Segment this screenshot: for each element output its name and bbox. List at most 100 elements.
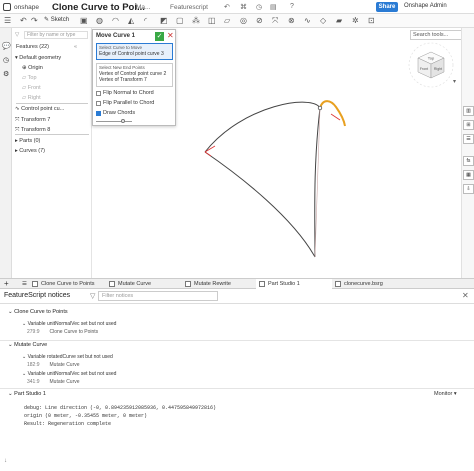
tab-bar: + ☰ Clone Curve to Points Mutate Curve M…	[0, 278, 474, 289]
filter-icon[interactable]: ▽	[15, 32, 19, 38]
share-button[interactable]: Share	[376, 2, 398, 12]
loft-icon[interactable]: ◭	[128, 15, 134, 27]
collapse-icon[interactable]: «	[74, 44, 77, 50]
console-line: debug: Line direction (-0, 0.89423591208…	[24, 405, 217, 411]
graphics-area[interactable]: Top Front Right ▾	[93, 28, 461, 278]
bom-panel-icon[interactable]: ☰	[463, 134, 474, 144]
tab-mutate-rewrite[interactable]: Mutate Rewrite	[182, 279, 256, 289]
fillet-icon[interactable]: ◜	[144, 15, 147, 27]
title-bar: onshape Clone Curve to Poi... Ma... Feat…	[0, 0, 474, 14]
notices-header: FeatureScript notices ▽ Filter notices ✕	[0, 289, 474, 304]
monitor-toggle[interactable]: Monitor ▾	[434, 391, 457, 397]
pdf-panel-icon[interactable]: ▦	[463, 170, 474, 180]
comment-icon[interactable]: 💬	[2, 42, 11, 50]
notices-filter-icon[interactable]: ▽	[90, 292, 95, 300]
plane-top-item[interactable]: ▱ Top	[22, 75, 37, 81]
link-icon[interactable]: ⌘	[240, 3, 247, 11]
plane-icon[interactable]: ▱	[224, 15, 230, 27]
part-studio-tab-icon	[259, 281, 265, 287]
left-rail: 💬 ◷ ⚙	[0, 28, 12, 278]
undo-icon[interactable]: ↶	[224, 3, 230, 11]
notices-filter-input[interactable]: Filter notices	[98, 291, 218, 301]
undo-toolbar-icon[interactable]: ↶	[20, 15, 27, 27]
default-geometry-node[interactable]: ▾ Default geometry	[15, 55, 61, 61]
view-menu-icon[interactable]: ▾	[453, 79, 456, 85]
measure-icon[interactable]: ⊡	[368, 15, 375, 27]
notices-close-icon[interactable]: ✕	[462, 291, 469, 300]
export-panel-icon[interactable]: ⇩	[463, 184, 474, 194]
tab-part-studio-1[interactable]: Part Studio 1	[256, 279, 332, 289]
fs-panel-icon[interactable]: fs	[463, 156, 474, 166]
view-cube-top-label: Top	[428, 56, 435, 61]
user-menu[interactable]: Onshape Admin	[404, 3, 447, 9]
part-studio-section[interactable]: ⌄ Part Studio 1	[8, 391, 46, 397]
menu-icon[interactable]: ☰	[4, 15, 11, 27]
mirror-icon[interactable]: ◫	[208, 15, 216, 27]
split-icon[interactable]: ⊘	[256, 15, 263, 27]
lower-curve[interactable]	[204, 151, 316, 258]
highlighted-edge[interactable]	[319, 100, 346, 127]
extrude-icon[interactable]: ▣	[80, 15, 88, 27]
featurescript-label[interactable]: Featurescript	[170, 4, 208, 11]
console-line: origin (0 meter, -0.35455 meter, 0 meter…	[24, 413, 148, 419]
notice-location[interactable]: 341:9 Mutate Curve	[27, 379, 80, 385]
feature-filter-input[interactable]: Filter by name or type	[24, 31, 88, 39]
console-line: Result: Regeneration complete	[24, 421, 112, 427]
mate-panel-icon[interactable]: ⊞	[463, 120, 474, 130]
sweep-icon[interactable]: ◠	[112, 15, 119, 27]
featurescript-tab-icon	[109, 281, 115, 287]
featurescript-tab-icon	[32, 281, 38, 287]
notice-location[interactable]: 182:9 Mutate Curve	[27, 362, 80, 368]
tab-clone-curve[interactable]: Clone Curve to Points	[29, 279, 112, 289]
control-point-curve-item[interactable]: ∿ Control point cu...	[15, 106, 64, 112]
help-icon[interactable]: ?	[290, 3, 294, 10]
parts-node[interactable]: ▸ Parts (0)	[15, 138, 40, 144]
redo-toolbar-icon[interactable]: ↷	[31, 15, 38, 27]
history-icon[interactable]: ◷	[256, 3, 262, 11]
transform-7-item[interactable]: ⤧ Transform 7	[15, 117, 50, 124]
sheet-metal-icon[interactable]: ▰	[336, 15, 342, 27]
notice-section-clone[interactable]: ⌄ Clone Curve to Points	[8, 309, 68, 315]
start-vertex[interactable]	[317, 105, 323, 111]
scroll-down-icon[interactable]: ↓	[4, 458, 7, 464]
main-branch-label[interactable]: Ma...	[136, 4, 150, 11]
document-title[interactable]: Clone Curve to Poi...	[52, 2, 145, 13]
right-toolbar: ▥ ⊞ ☰ fs ▦ ⇩	[461, 28, 474, 278]
notice-item[interactable]: ⌄ Variable unitNormalVec set but not use…	[22, 321, 116, 327]
pattern-icon[interactable]: ⁂	[192, 15, 200, 27]
tab-clonecurve[interactable]: clonecurve.bsrg	[332, 279, 408, 289]
upper-curve[interactable]	[204, 101, 321, 153]
plane-front-item[interactable]: ▱ Front	[22, 85, 41, 91]
notice-item[interactable]: ⌄ Variable rotatedCurve set but not used	[22, 354, 113, 360]
notices-panel: ⌄ Clone Curve to Points ⌄ Variable unitN…	[0, 304, 474, 471]
transform-icon[interactable]: ⤧	[272, 15, 278, 27]
configure-icon[interactable]: ⚙	[3, 70, 9, 78]
boolean-icon[interactable]: ◎	[240, 15, 247, 27]
origin-item[interactable]: ⊕ Origin	[22, 65, 43, 71]
transform-8-item[interactable]: ⤧ Transform 8	[15, 127, 50, 134]
add-tab-button[interactable]: +	[0, 279, 16, 289]
chord-arrow-2	[204, 151, 212, 157]
print-icon[interactable]: ▤	[270, 3, 277, 11]
chamfer-icon[interactable]: ◩	[160, 15, 168, 27]
appearance-panel-icon[interactable]: ▥	[463, 106, 474, 116]
tab-mutate-curve[interactable]: Mutate Curve	[106, 279, 182, 289]
history-rail-icon[interactable]: ◷	[3, 56, 9, 64]
notice-location[interactable]: 279:9 Clone Curve to Points	[27, 329, 98, 335]
delete-part-icon[interactable]: ⊗	[288, 15, 295, 27]
view-cube[interactable]: Top Front Right ▾	[408, 42, 456, 88]
sketch-button[interactable]: ✎ Sketch	[44, 16, 69, 23]
view-cube-front-label: Front	[420, 67, 428, 71]
curve-icon[interactable]: ∿	[304, 15, 311, 27]
curves-node[interactable]: ▸ Curves (7)	[15, 148, 45, 154]
custom-feature-icon[interactable]: ✲	[352, 15, 359, 27]
notice-item[interactable]: ⌄ Variable unitNormalVec set but not use…	[22, 371, 116, 377]
onshape-logo[interactable]: onshape	[3, 3, 39, 11]
plane-right-item[interactable]: ▱ Right	[22, 95, 41, 101]
notice-divider	[0, 340, 474, 341]
shell-icon[interactable]: ▢	[176, 15, 184, 27]
revolve-icon[interactable]: ◍	[96, 15, 103, 27]
surface-icon[interactable]: ◇	[320, 15, 326, 27]
chord-arrow	[204, 145, 216, 153]
notice-section-mutate[interactable]: ⌄ Mutate Curve	[8, 342, 47, 348]
